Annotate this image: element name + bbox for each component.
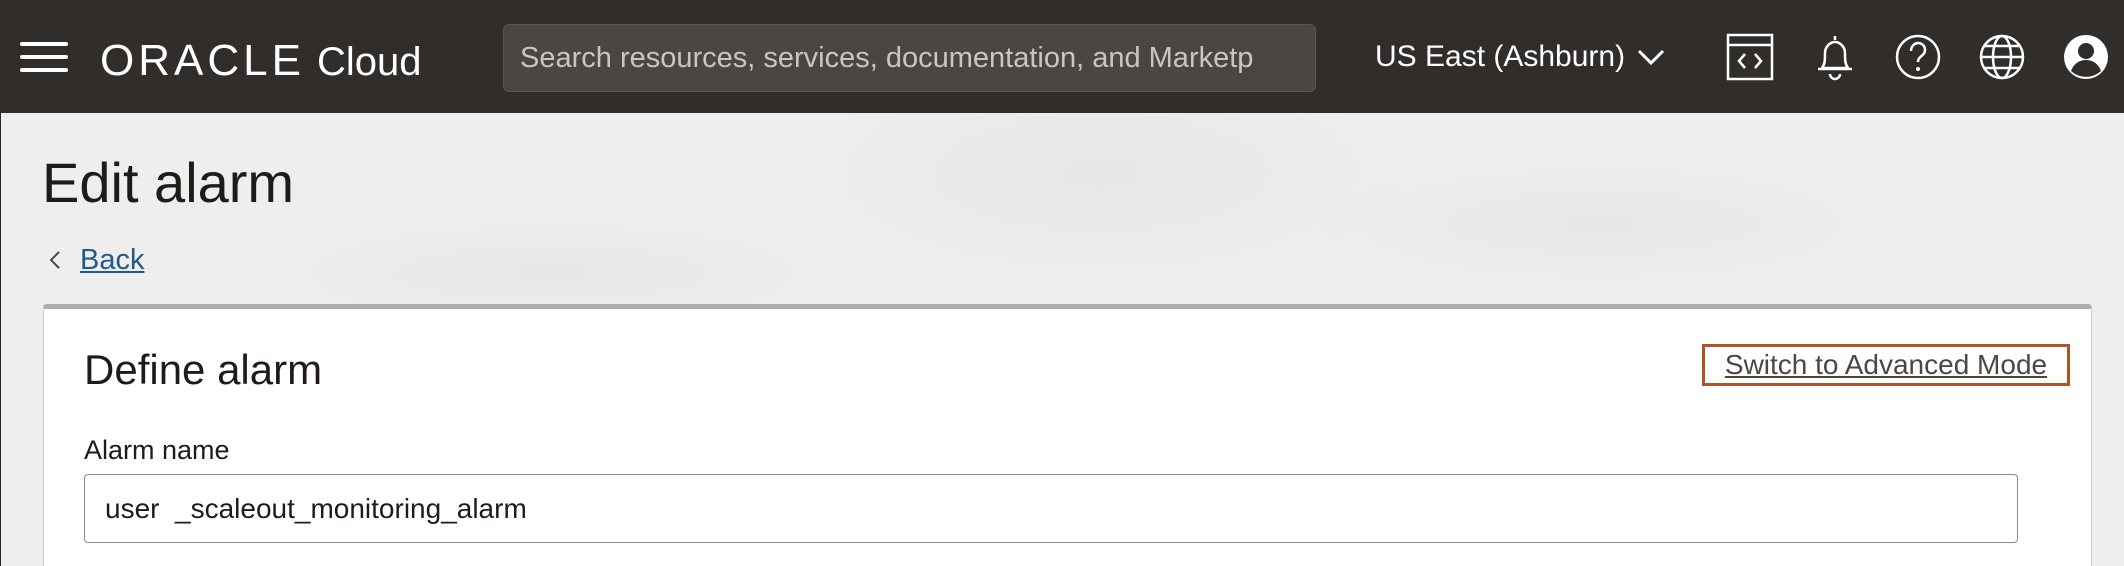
top-navigation-bar: ORACLE Cloud US East (Ashburn) [0, 0, 2124, 113]
help-icon[interactable] [1893, 32, 1943, 82]
chevron-left-icon [49, 251, 60, 269]
alarm-name-label: Alarm name [84, 435, 230, 465]
back-link[interactable]: Back [48, 242, 144, 278]
back-label: Back [80, 243, 145, 276]
alarm-name-input[interactable] [84, 474, 2018, 543]
chevron-down-icon [1638, 49, 1665, 66]
brand-name: ORACLE [100, 36, 305, 85]
region-label: US East (Ashburn) [1375, 40, 1626, 73]
user-avatar-icon[interactable] [2061, 32, 2111, 82]
brand-product: Cloud [316, 40, 422, 84]
region-selector[interactable]: US East (Ashburn) [1375, 36, 1665, 78]
card-title: Define alarm [84, 346, 323, 393]
menu-icon[interactable] [20, 42, 68, 74]
brand-logo[interactable]: ORACLE Cloud [100, 36, 422, 85]
page-title: Edit alarm [42, 151, 295, 214]
bell-icon[interactable] [1810, 32, 1860, 82]
search-input[interactable] [503, 24, 1316, 92]
code-editor-icon[interactable] [1725, 32, 1775, 82]
switch-advanced-mode-link[interactable]: Switch to Advanced Mode [1702, 344, 2070, 386]
globe-icon[interactable] [1977, 32, 2027, 82]
